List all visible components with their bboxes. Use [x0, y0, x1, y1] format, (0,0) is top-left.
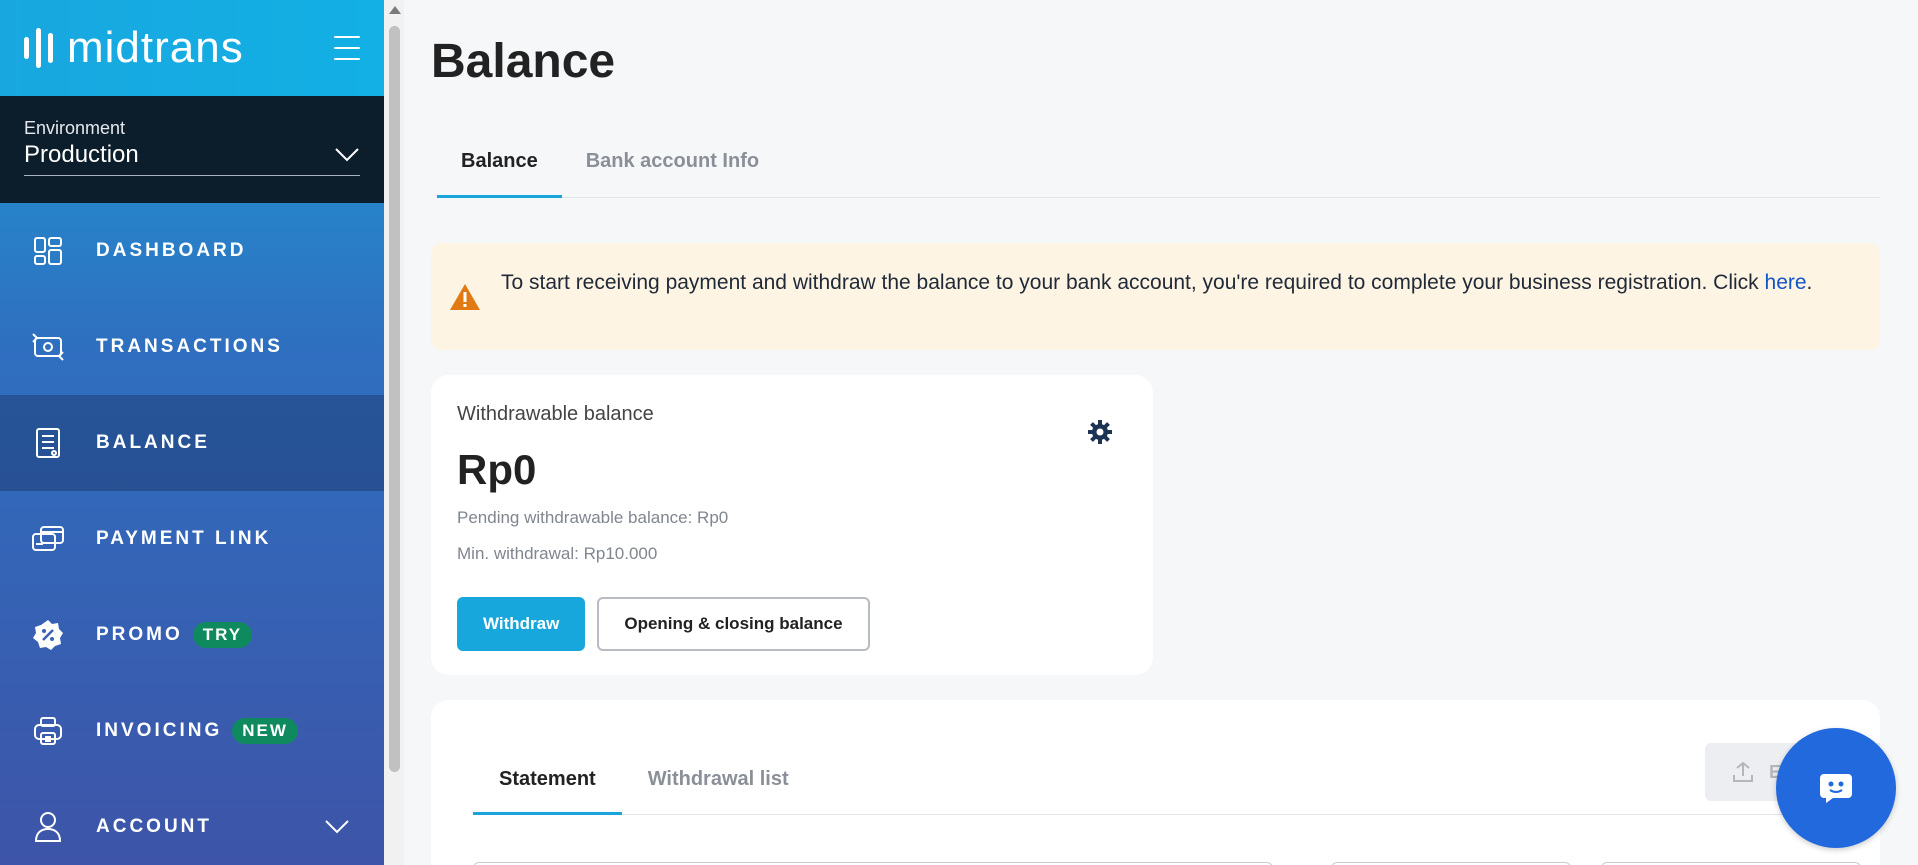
brand-bar: midtrans: [0, 0, 384, 96]
sidebar-item-invoicing[interactable]: INVOICING NEW: [0, 683, 384, 779]
warning-icon: [449, 283, 481, 350]
payment-link-icon: [30, 521, 66, 557]
min-withdrawal: Min. withdrawal: Rp10.000: [457, 544, 658, 563]
chat-bot-icon: [1820, 774, 1852, 803]
dashboard-icon: [30, 233, 66, 269]
sidebar-item-label: DASHBOARD: [96, 240, 247, 261]
sidebar-item-label: ACCOUNT: [96, 816, 212, 837]
pending-balance: Pending withdrawable balance: Rp0: [457, 508, 729, 527]
menu-toggle-icon[interactable]: [334, 36, 360, 60]
alert-message: To start receiving payment and withdraw …: [501, 265, 1812, 350]
scrollbar-thumb[interactable]: [389, 26, 400, 772]
tab-balance[interactable]: Balance: [437, 140, 562, 198]
environment-label: Environment: [24, 118, 126, 138]
main-content: Balance Balance Bank account Info To sta…: [404, 0, 1898, 865]
sidebar-item-payment-link[interactable]: PAYMENT LINK: [0, 491, 384, 587]
sidebar-item-label: INVOICING: [96, 720, 223, 741]
sidebar-item-transactions[interactable]: TRANSACTIONS: [0, 299, 384, 395]
invoicing-icon: [30, 713, 66, 749]
chat-support-button[interactable]: [1776, 728, 1896, 848]
opening-closing-balance-button[interactable]: Opening & closing balance: [597, 597, 870, 651]
sidebar-item-balance[interactable]: BALANCE: [0, 395, 384, 491]
balance-icon: [30, 425, 66, 461]
settings-gear-icon[interactable]: [1087, 419, 1113, 450]
scrollbar[interactable]: [384, 0, 404, 865]
logo-mark-icon: [24, 28, 53, 68]
sidebar-item-dashboard[interactable]: DASHBOARD: [0, 203, 384, 299]
sidebar-item-label: TRANSACTIONS: [96, 336, 283, 357]
page-title: Balance: [431, 35, 616, 88]
upload-icon: [1733, 761, 1753, 782]
sidebar-item-account[interactable]: ACCOUNT: [0, 779, 384, 865]
withdrawable-balance-label: Withdrawable balance: [457, 403, 654, 425]
statement-card: Statement Withdrawal list Ex: [431, 700, 1880, 865]
chevron-down-icon: [325, 820, 349, 834]
transactions-icon: [30, 329, 66, 365]
tab-statement[interactable]: Statement: [473, 750, 622, 815]
balance-actions: Withdraw Opening & closing balance: [457, 597, 870, 651]
promo-icon: [30, 617, 66, 653]
sidebar-item-label: PROMO: [96, 624, 183, 645]
try-badge: TRY: [192, 622, 253, 648]
chevron-down-icon: [335, 148, 359, 162]
alert-text: To start receiving payment and withdraw …: [501, 271, 1759, 294]
registration-link[interactable]: here: [1765, 271, 1807, 294]
logo-text: midtrans: [67, 23, 244, 72]
scroll-up-arrow-icon[interactable]: [389, 6, 401, 14]
statement-tabs: Statement Withdrawal list: [473, 750, 1835, 815]
balance-amount: Rp0: [457, 446, 537, 493]
midtrans-logo[interactable]: midtrans: [24, 23, 244, 73]
new-badge: NEW: [232, 718, 298, 744]
sidebar-item-label: PAYMENT LINK: [96, 528, 272, 549]
page-tabs: Balance Bank account Info: [437, 140, 1880, 198]
tab-withdrawal-list[interactable]: Withdrawal list: [622, 750, 815, 815]
sidebar: midtrans Environment Production DASHBOAR…: [0, 0, 384, 865]
alert-suffix: .: [1806, 271, 1813, 294]
environment-selector[interactable]: Environment Production: [0, 96, 384, 203]
withdraw-button[interactable]: Withdraw: [457, 597, 586, 651]
sidebar-item-label: BALANCE: [96, 432, 210, 453]
user-icon: [30, 809, 66, 845]
environment-dropdown[interactable]: Production: [24, 141, 360, 176]
sidebar-item-promo[interactable]: PROMO TRY: [0, 587, 384, 683]
registration-alert: To start receiving payment and withdraw …: [431, 243, 1880, 350]
tab-bank-account-info[interactable]: Bank account Info: [562, 140, 783, 198]
withdrawable-balance-card: Withdrawable balance Rp0 Pending withdra…: [431, 375, 1153, 675]
environment-value: Production: [24, 141, 139, 168]
